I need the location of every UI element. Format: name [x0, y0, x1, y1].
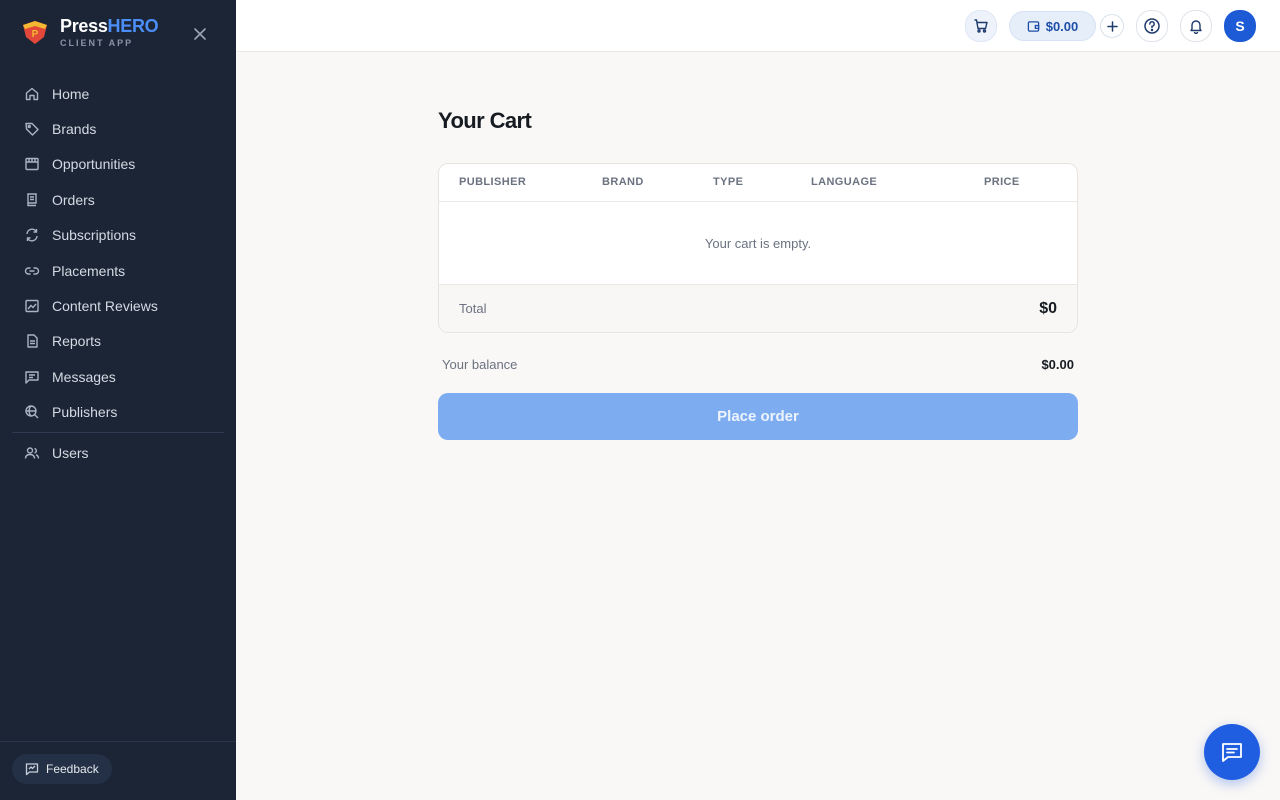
document-icon: [23, 333, 40, 350]
sidebar-item-label: Brands: [52, 121, 97, 138]
presshero-logo-icon: P: [23, 21, 47, 44]
sidebar-item-label: Placements: [52, 262, 126, 279]
column-header-type[interactable]: TYPE: [713, 176, 743, 188]
sidebar-item-users[interactable]: Users: [12, 435, 224, 470]
page-title: Your Cart: [438, 108, 532, 133]
refresh-icon: [23, 227, 40, 244]
bell-icon: [1190, 20, 1202, 34]
column-header-language[interactable]: LANGUAGE: [811, 176, 877, 188]
balance-row: Your balance $0.00: [438, 354, 1078, 374]
cart-page: Your Cart PUBLISHER BRAND TYPE LANGUAGE …: [438, 108, 1078, 440]
sidebar-item-label: Reports: [52, 333, 102, 350]
sidebar-item-label: Publishers: [52, 404, 118, 421]
feedback-button[interactable]: Feedback: [12, 754, 112, 784]
feedback-icon: [25, 762, 39, 776]
sidebar-item-label: Home: [52, 85, 90, 102]
wallet-icon: [1027, 20, 1040, 33]
cart-icon: [974, 19, 988, 33]
sidebar-item-home[interactable]: Home: [12, 76, 224, 111]
brand-subtitle: CLIENT APP: [60, 38, 134, 48]
column-header-price[interactable]: PRICE: [984, 176, 1020, 188]
message-icon: [23, 368, 40, 385]
sidebar: P PressHERO CLIENT APP Home Brands Oppor…: [0, 0, 236, 800]
balance-label: Your balance: [442, 356, 518, 372]
receipt-icon: [23, 191, 40, 208]
help-icon: [1144, 18, 1160, 34]
cart-empty-message: Your cart is empty.: [439, 202, 1077, 285]
sidebar-item-orders[interactable]: Orders: [12, 182, 224, 217]
storefront-icon: [23, 156, 40, 173]
column-header-publisher[interactable]: PUBLISHER: [459, 176, 526, 188]
sidebar-item-label: Messages: [52, 368, 116, 385]
sidebar-item-subscriptions[interactable]: Subscriptions: [12, 218, 224, 253]
balance-value: $0.00: [1041, 356, 1074, 372]
close-sidebar-button[interactable]: [190, 24, 210, 44]
top-bar: $0.00 S: [236, 0, 1280, 52]
sidebar-item-opportunities[interactable]: Opportunities: [12, 147, 224, 182]
cart-table: PUBLISHER BRAND TYPE LANGUAGE PRICE Your…: [438, 163, 1078, 333]
plus-icon: [1106, 20, 1118, 32]
sidebar-item-content-reviews[interactable]: Content Reviews: [12, 288, 224, 323]
wallet-balance-button[interactable]: $0.00: [1009, 11, 1096, 41]
brand-name: PressHERO: [60, 16, 159, 36]
sidebar-item-label: Subscriptions: [52, 227, 137, 244]
sidebar-item-reports[interactable]: Reports: [12, 324, 224, 359]
user-avatar[interactable]: S: [1224, 10, 1256, 42]
feedback-label: Feedback: [46, 762, 99, 776]
brand[interactable]: P PressHERO CLIENT APP: [20, 16, 159, 48]
add-funds-button[interactable]: [1100, 14, 1124, 38]
wallet-balance: $0.00: [1045, 18, 1079, 34]
cart-button[interactable]: [965, 10, 997, 42]
sidebar-item-brands[interactable]: Brands: [12, 111, 224, 146]
sidebar-item-messages[interactable]: Messages: [12, 359, 224, 394]
chat-button[interactable]: [1204, 724, 1260, 780]
globe-search-icon: [23, 404, 40, 421]
total-label: Total: [459, 301, 487, 316]
notifications-button[interactable]: [1180, 10, 1212, 42]
column-header-brand[interactable]: BRAND: [602, 176, 644, 188]
sidebar-item-label: Content Reviews: [52, 298, 158, 315]
sidebar-item-placements[interactable]: Placements: [12, 253, 224, 288]
sidebar-nav: Home Brands Opportunities Orders Subscri…: [12, 76, 224, 470]
cart-table-header: PUBLISHER BRAND TYPE LANGUAGE PRICE: [439, 164, 1077, 202]
tag-icon: [23, 121, 40, 138]
sidebar-divider: [12, 431, 224, 433]
sidebar-item-publishers[interactable]: Publishers: [12, 395, 224, 430]
sidebar-item-label: Users: [52, 444, 89, 461]
help-button[interactable]: [1136, 10, 1168, 42]
sidebar-footer: Feedback: [0, 741, 236, 800]
chat-icon: [1222, 743, 1242, 762]
sidebar-item-label: Opportunities: [52, 156, 136, 173]
cart-total-row: Total $0: [439, 285, 1077, 332]
sidebar-item-label: Orders: [52, 191, 95, 208]
home-icon: [23, 85, 40, 102]
close-icon: [194, 28, 206, 40]
svg-text:P: P: [32, 29, 39, 40]
image-review-icon: [23, 298, 40, 315]
place-order-button[interactable]: Place order: [438, 393, 1078, 440]
link-icon: [23, 262, 40, 279]
users-icon: [23, 444, 40, 461]
total-value: $0: [1039, 299, 1057, 317]
